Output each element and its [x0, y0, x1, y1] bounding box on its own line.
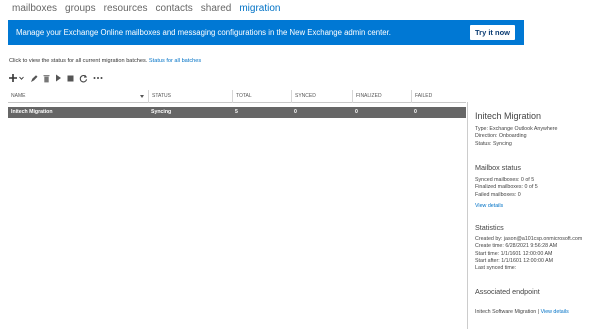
column-status[interactable]: STATUS [148, 90, 232, 103]
status-info-text: Click to view the status for all current… [9, 58, 148, 64]
column-finalized-label: FINALIZED [356, 93, 382, 99]
cell-finalized: 0 [355, 109, 358, 115]
details-divider [467, 102, 468, 329]
mailbox-view-details-link[interactable]: View details [475, 203, 600, 210]
table-header: NAME STATUS TOTAL SYNCED FINALIZED FAILE… [8, 90, 466, 103]
cell-status: Syncing [151, 109, 172, 115]
cell-failed: 0 [414, 109, 417, 115]
endpoint-text: Initech Software Migration | View detail… [475, 309, 569, 315]
column-synced-label: SYNCED [295, 93, 316, 99]
column-status-label: STATUS [152, 93, 171, 99]
direction-text: Direction: Onboarding [475, 133, 527, 140]
mailbox-status-heading: Mailbox status [475, 163, 521, 172]
mailbox-status-section: Mailbox status [475, 163, 600, 172]
toolbar [9, 72, 103, 84]
more-icon[interactable] [93, 72, 103, 84]
stop-icon[interactable] [67, 72, 74, 84]
delete-icon[interactable] [43, 72, 50, 84]
sort-caret-icon[interactable] [140, 95, 144, 98]
column-failed[interactable]: FAILED [411, 90, 466, 103]
statistics-heading: Statistics [475, 223, 504, 232]
status-info: Click to view the status for all current… [9, 58, 201, 64]
mailbox-view-details: View details [475, 203, 600, 210]
column-failed-label: FAILED [415, 93, 433, 99]
try-it-now-button[interactable]: Try it now [470, 25, 515, 40]
statistics-lines: Created by: jason@a101csp.onmicrosoft.co… [475, 236, 600, 272]
endpoint-section: Associated endpoint [475, 287, 600, 296]
column-total-label: TOTAL [236, 93, 252, 99]
column-total[interactable]: TOTAL [232, 90, 291, 103]
status-for-all-batches-link[interactable]: Status for all batches [149, 58, 201, 64]
column-synced[interactable]: SYNCED [291, 90, 352, 103]
type-text: Type: Exchange Outlook Anywhere [475, 126, 558, 132]
status-text: Status: Syncing [475, 140, 512, 147]
details-title-text: Initech Migration [475, 111, 542, 121]
column-name-label: NAME [11, 93, 26, 99]
table-row[interactable]: Initech Migration Syncing 5 0 0 0 [8, 107, 466, 118]
created-by-text: Created by: jason@a101csp.onmicrosoft.co… [475, 236, 583, 242]
nav-contacts[interactable]: contacts [156, 2, 193, 16]
nav-groups[interactable]: groups [65, 2, 96, 16]
new-eac-banner: Manage your Exchange Online mailboxes an… [8, 20, 524, 45]
endpoint-line: Initech Software Migration | View detail… [475, 300, 600, 318]
start-time-text: Start time: 1/1/1601 12:00:00 AM [475, 250, 553, 257]
failed-mailboxes-text: Failed mailboxes: 0 [475, 191, 521, 198]
statistics-section: Statistics [475, 223, 600, 232]
nav-shared[interactable]: shared [201, 2, 232, 16]
top-nav: mailboxes groups resources contacts shar… [12, 2, 288, 16]
start-after-text: Start after: 1/1/1601 12:00:00 AM [475, 257, 554, 264]
start-icon[interactable] [55, 72, 62, 84]
cell-name: Initech Migration [11, 109, 53, 115]
banner-text: Manage your Exchange Online mailboxes an… [16, 28, 391, 37]
mailbox-status-lines: Synced mailboxes: 0 of 5 Finalized mailb… [475, 177, 600, 199]
edit-icon[interactable] [30, 72, 38, 84]
column-name[interactable]: NAME [8, 90, 148, 103]
nav-mailboxes[interactable]: mailboxes [12, 2, 57, 16]
add-icon[interactable] [9, 72, 25, 84]
endpoint-heading: Associated endpoint [475, 287, 540, 296]
endpoint-name: Initech Software Migration [475, 309, 537, 315]
create-time-text: Create time: 6/28/2021 9:56:28 AM [475, 243, 558, 250]
last-synced-time-text: Last synced time: [475, 265, 517, 272]
nav-resources[interactable]: resources [104, 2, 148, 16]
synced-mailboxes-text: Synced mailboxes: 0 of 5 [475, 177, 535, 183]
refresh-icon[interactable] [79, 72, 88, 84]
column-finalized[interactable]: FINALIZED [352, 90, 411, 103]
details-title: Initech Migration [475, 111, 600, 121]
details-summary: Type: Exchange Outlook Anywhere Directio… [475, 126, 600, 148]
cell-synced: 0 [294, 109, 297, 115]
endpoint-view-details-link[interactable]: View details [541, 309, 569, 315]
nav-migration[interactable]: migration [239, 2, 280, 16]
finalized-mailboxes-text: Finalized mailboxes: 0 of 5 [475, 184, 538, 191]
cell-total: 5 [235, 109, 238, 115]
